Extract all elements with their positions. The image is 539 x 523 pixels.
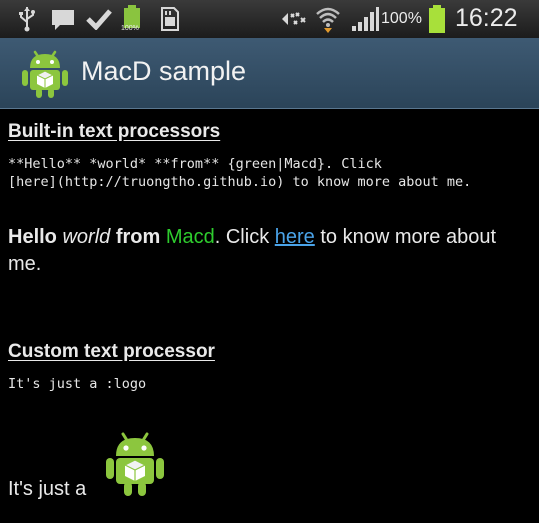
builtin-source-line-2: [here](http://truongtho.github.io) to kn… (8, 174, 472, 190)
rendered-from: from (115, 226, 161, 248)
small-battery-label: 100% (121, 25, 139, 32)
action-bar: MacD sample (0, 38, 539, 109)
app-title: MacD sample (81, 56, 247, 86)
rendered-world: world (62, 226, 111, 248)
content-area: Built-in text processors **Hello** *worl… (0, 108, 539, 523)
rendered-macd: Macd (165, 226, 215, 248)
check-icon (86, 9, 112, 30)
custom-section-header: Custom text processor (8, 341, 215, 362)
builtin-section-header: Built-in text processors (8, 121, 221, 142)
battery-percent: 100% (381, 10, 422, 27)
builtin-source-line-1: **Hello** *world* **from** {green|Macd}.… (8, 156, 382, 172)
android-logo-icon[interactable] (20, 46, 70, 100)
rendered-hello: Hello (8, 226, 57, 248)
status-bar: 100% 100% 16:22 (0, 0, 539, 39)
builtin-rendered-text: Hello world from Macd. Click here to kno… (8, 224, 533, 278)
usb-icon (19, 7, 35, 32)
here-link[interactable]: here (275, 226, 315, 248)
android-logo-icon (106, 432, 164, 496)
wifi-icon (316, 7, 340, 33)
sd-card-icon (161, 7, 179, 31)
rendered-click: . Click (214, 226, 270, 248)
custom-rendered-text: It's just a (8, 478, 87, 500)
clock: 16:22 (455, 4, 518, 32)
battery-icon (429, 5, 445, 33)
mute-icon (282, 12, 306, 25)
signal-icon (352, 7, 379, 31)
custom-source: It's just a :logo (8, 376, 147, 392)
message-icon (52, 10, 74, 30)
